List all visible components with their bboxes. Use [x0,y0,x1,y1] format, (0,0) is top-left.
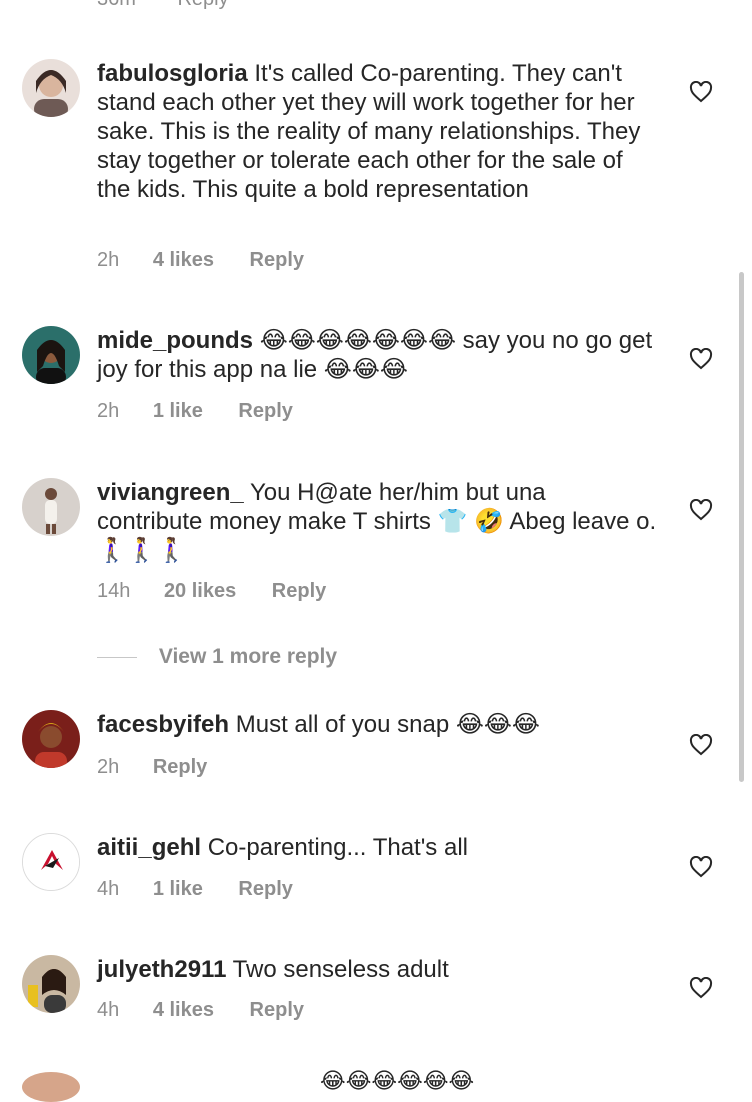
comment-meta: 14h 20 likes Reply [97,580,326,603]
reply-button[interactable]: Reply [272,580,326,602]
heart-outline-icon[interactable] [689,81,713,103]
view-more-replies-button[interactable]: View 1 more reply [97,645,337,669]
username[interactable]: facesbyifeh [97,711,229,738]
comment-meta: 4h 4 likes Reply [97,999,304,1022]
heart-outline-icon[interactable] [689,977,713,999]
comment-time: 4h [97,999,120,1021]
likes-count[interactable]: 4 likes [153,999,214,1021]
avatar[interactable] [22,59,80,117]
likes-count[interactable]: 4 likes [153,249,214,271]
comment-time: 2h [97,249,120,271]
previous-comment-meta: 36m Reply [97,0,265,11]
comment-meta: 2h 1 like Reply [97,400,293,423]
comment-text: Two senseless adult [232,956,449,983]
comment-meta: 4h 1 like Reply [97,878,293,901]
reply-button[interactable]: Reply [238,400,292,422]
likes-count[interactable]: 1 like [153,878,203,900]
reply-button[interactable]: Reply [250,249,304,271]
divider-line [97,656,137,658]
comment-time: 4h [97,878,120,900]
comment-meta: 2h Reply [97,756,207,779]
avatar[interactable] [22,478,80,536]
username[interactable]: mide_pounds [97,327,253,354]
avatar[interactable] [22,326,80,384]
view-more-label: View 1 more reply [158,645,338,668]
comment-body: mide_pounds 😂😂😂😂😂😂😂 say you no go get jo… [97,326,657,384]
heart-outline-icon[interactable] [689,856,713,878]
avatar[interactable] [22,710,80,768]
comment-body: viviangreen_ You H@ate her/him but una c… [97,478,657,565]
comment-body: julyeth2911 Two senseless adult [97,955,657,984]
reply-button[interactable]: Reply [177,0,228,10]
username[interactable]: julyeth2911 [97,956,226,983]
comment-body: aitii_gehl Co-parenting... That's all [97,833,657,862]
comment-time: 2h [97,400,120,422]
avatar[interactable] [22,1072,80,1102]
username[interactable]: fabulosgloria [97,60,248,87]
reply-button[interactable]: Reply [250,999,304,1021]
heart-outline-icon[interactable] [689,734,713,756]
avatar[interactable] [22,955,80,1013]
heart-outline-icon[interactable] [689,499,713,521]
comment-text: Must all of you snap 😂😂😂 [235,711,540,738]
partial-emoji-row: 😂😂😂😂😂😂 [320,1068,475,1093]
username[interactable]: aitii_gehl [97,834,201,861]
reply-button[interactable]: Reply [238,878,292,900]
comment-time: 14h [97,580,131,602]
comment-body: fabulosgloria It's called Co-parenting. … [97,59,657,204]
reply-button[interactable]: Reply [153,756,207,778]
likes-count[interactable]: 20 likes [164,580,236,602]
comment-body: facesbyifeh Must all of you snap 😂😂😂 [97,710,657,739]
heart-outline-icon[interactable] [689,348,713,370]
username[interactable]: viviangreen_ [97,479,244,506]
comment-time: 2h [97,756,120,778]
scrollbar[interactable] [739,272,744,782]
likes-count[interactable]: 1 like [153,400,203,422]
comment-text: Co-parenting... That's all [207,834,468,861]
avatar[interactable] [22,833,80,891]
comment-meta: 2h 4 likes Reply [97,249,304,272]
comment-time: 36m [97,0,136,10]
